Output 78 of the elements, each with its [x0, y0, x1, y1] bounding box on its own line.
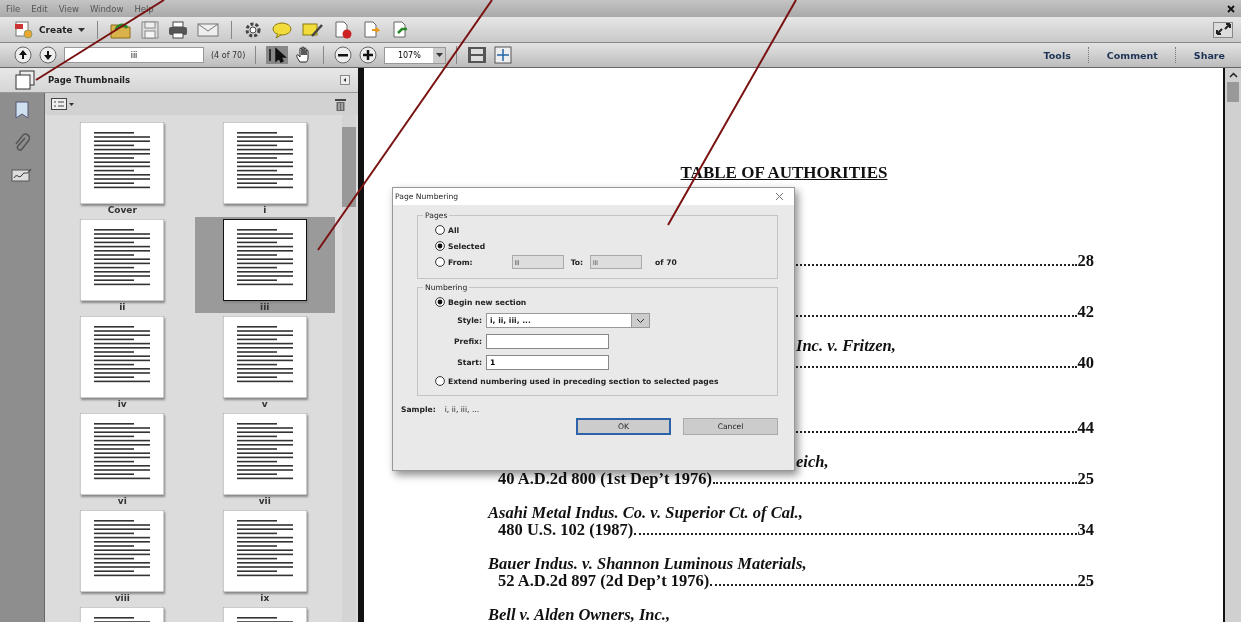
chevron-icon: [636, 317, 645, 324]
select-tool-icon[interactable]: [266, 46, 289, 64]
case-name: eich,: [796, 452, 829, 472]
create-icon: [14, 20, 34, 39]
case-name: Asahi Metal Indus. Co. v. Superior Ct. of Cal.,: [488, 503, 803, 523]
thumbnail-label: viii: [114, 593, 130, 603]
case-name: Inc. v. Fritzen,: [796, 336, 896, 356]
options-icon[interactable]: [51, 98, 75, 110]
page-thumbnail[interactable]: iii: [194, 217, 335, 313]
signature-icon[interactable]: [11, 167, 33, 183]
thumbnail-label: iv: [117, 399, 127, 409]
toolbar-tab[interactable]: Tools: [1033, 49, 1081, 61]
close-icon[interactable]: [1227, 4, 1235, 13]
prefix-field[interactable]: [486, 334, 609, 349]
trash-icon[interactable]: [335, 97, 346, 111]
panel-title: Page Thumbnails: [48, 75, 131, 85]
page-reference: 42: [1077, 302, 1094, 322]
paperclip-icon[interactable]: [14, 133, 30, 153]
zoom-dropdown[interactable]: 107%: [384, 46, 447, 64]
thumbnail-label: Cover: [107, 205, 137, 215]
scroll-thumb[interactable]: [342, 127, 356, 207]
caret-icon: [77, 27, 85, 32]
thumbnail-label: vi: [117, 496, 127, 506]
expand-icon[interactable]: [1213, 21, 1233, 38]
menu-item[interactable]: Window: [89, 3, 124, 14]
page-reference: 34: [1077, 520, 1094, 540]
thumbnail-label: vii: [258, 496, 271, 506]
thumbnail-label: ii: [119, 302, 126, 312]
page-reference: 44: [1077, 418, 1094, 438]
collapse-icon[interactable]: [340, 75, 350, 85]
speech-bubble-icon[interactable]: [270, 20, 293, 39]
bookmark-icon[interactable]: [14, 101, 30, 119]
envelope-icon[interactable]: [196, 21, 219, 38]
caret-icon: [435, 53, 443, 57]
create-button[interactable]: Create: [14, 20, 85, 39]
page-number-field[interactable]: iii: [64, 47, 204, 63]
radio-button[interactable]: [435, 241, 445, 251]
menu-item[interactable]: File: [6, 3, 21, 14]
document-remove-icon[interactable]: [332, 20, 353, 39]
radio-button[interactable]: [435, 257, 445, 267]
arrow-up-icon[interactable]: [14, 46, 32, 64]
pen-sign-icon[interactable]: [301, 20, 324, 39]
page-reference: 25: [1077, 469, 1094, 489]
menu-item[interactable]: Edit: [31, 3, 48, 14]
gear-icon[interactable]: [243, 20, 262, 39]
scrollbar[interactable]: [342, 115, 356, 622]
scroll-thumb[interactable]: [1227, 82, 1239, 102]
arrow-down-icon[interactable]: [39, 46, 57, 64]
thumbnail-label: ix: [260, 593, 270, 603]
page-reference: 25: [1077, 571, 1094, 591]
fit-page-icon[interactable]: [467, 46, 488, 64]
radio-button[interactable]: [435, 225, 445, 235]
scroll-up-icon[interactable]: [1228, 72, 1238, 78]
thumbnail-label: iii: [260, 302, 270, 312]
pages-icon[interactable]: [14, 70, 36, 90]
thumbnail-label: v: [261, 399, 268, 409]
radio-button[interactable]: [435, 376, 445, 386]
case-name: Bell v. Alden Owners, Inc.,: [488, 605, 671, 622]
page-reference: 40: [1077, 353, 1094, 373]
page-reference: 28: [1077, 251, 1094, 271]
document-scrollbar[interactable]: [1223, 68, 1241, 622]
case-citation: 480 U.S. 102 (1987): [498, 520, 634, 540]
print-icon[interactable]: [167, 20, 188, 39]
zoom-out-icon[interactable]: [334, 46, 353, 64]
menu-item[interactable]: View: [58, 3, 79, 14]
save-icon[interactable]: [140, 20, 159, 39]
close-icon[interactable]: [775, 192, 784, 201]
case-citation: 40 A.D.2d 800 (1st Dep’t 1976): [498, 469, 713, 489]
toolbar-tab[interactable]: Share: [1183, 49, 1235, 61]
toolbar-tab[interactable]: Comment: [1096, 49, 1168, 61]
document-export-icon[interactable]: [361, 20, 382, 39]
zoom-in-icon[interactable]: [359, 46, 378, 64]
case-citation: 52 A.D.2d 897 (2d Dep’t 1976): [498, 571, 710, 591]
page-count: (4 of 70): [211, 50, 246, 60]
fit-width-icon[interactable]: [494, 46, 513, 64]
thumbnail-label: i: [263, 205, 267, 215]
radio-button[interactable]: [435, 297, 445, 307]
case-name: Bauer Indus. v. Shannon Luminous Materials,: [488, 554, 807, 574]
